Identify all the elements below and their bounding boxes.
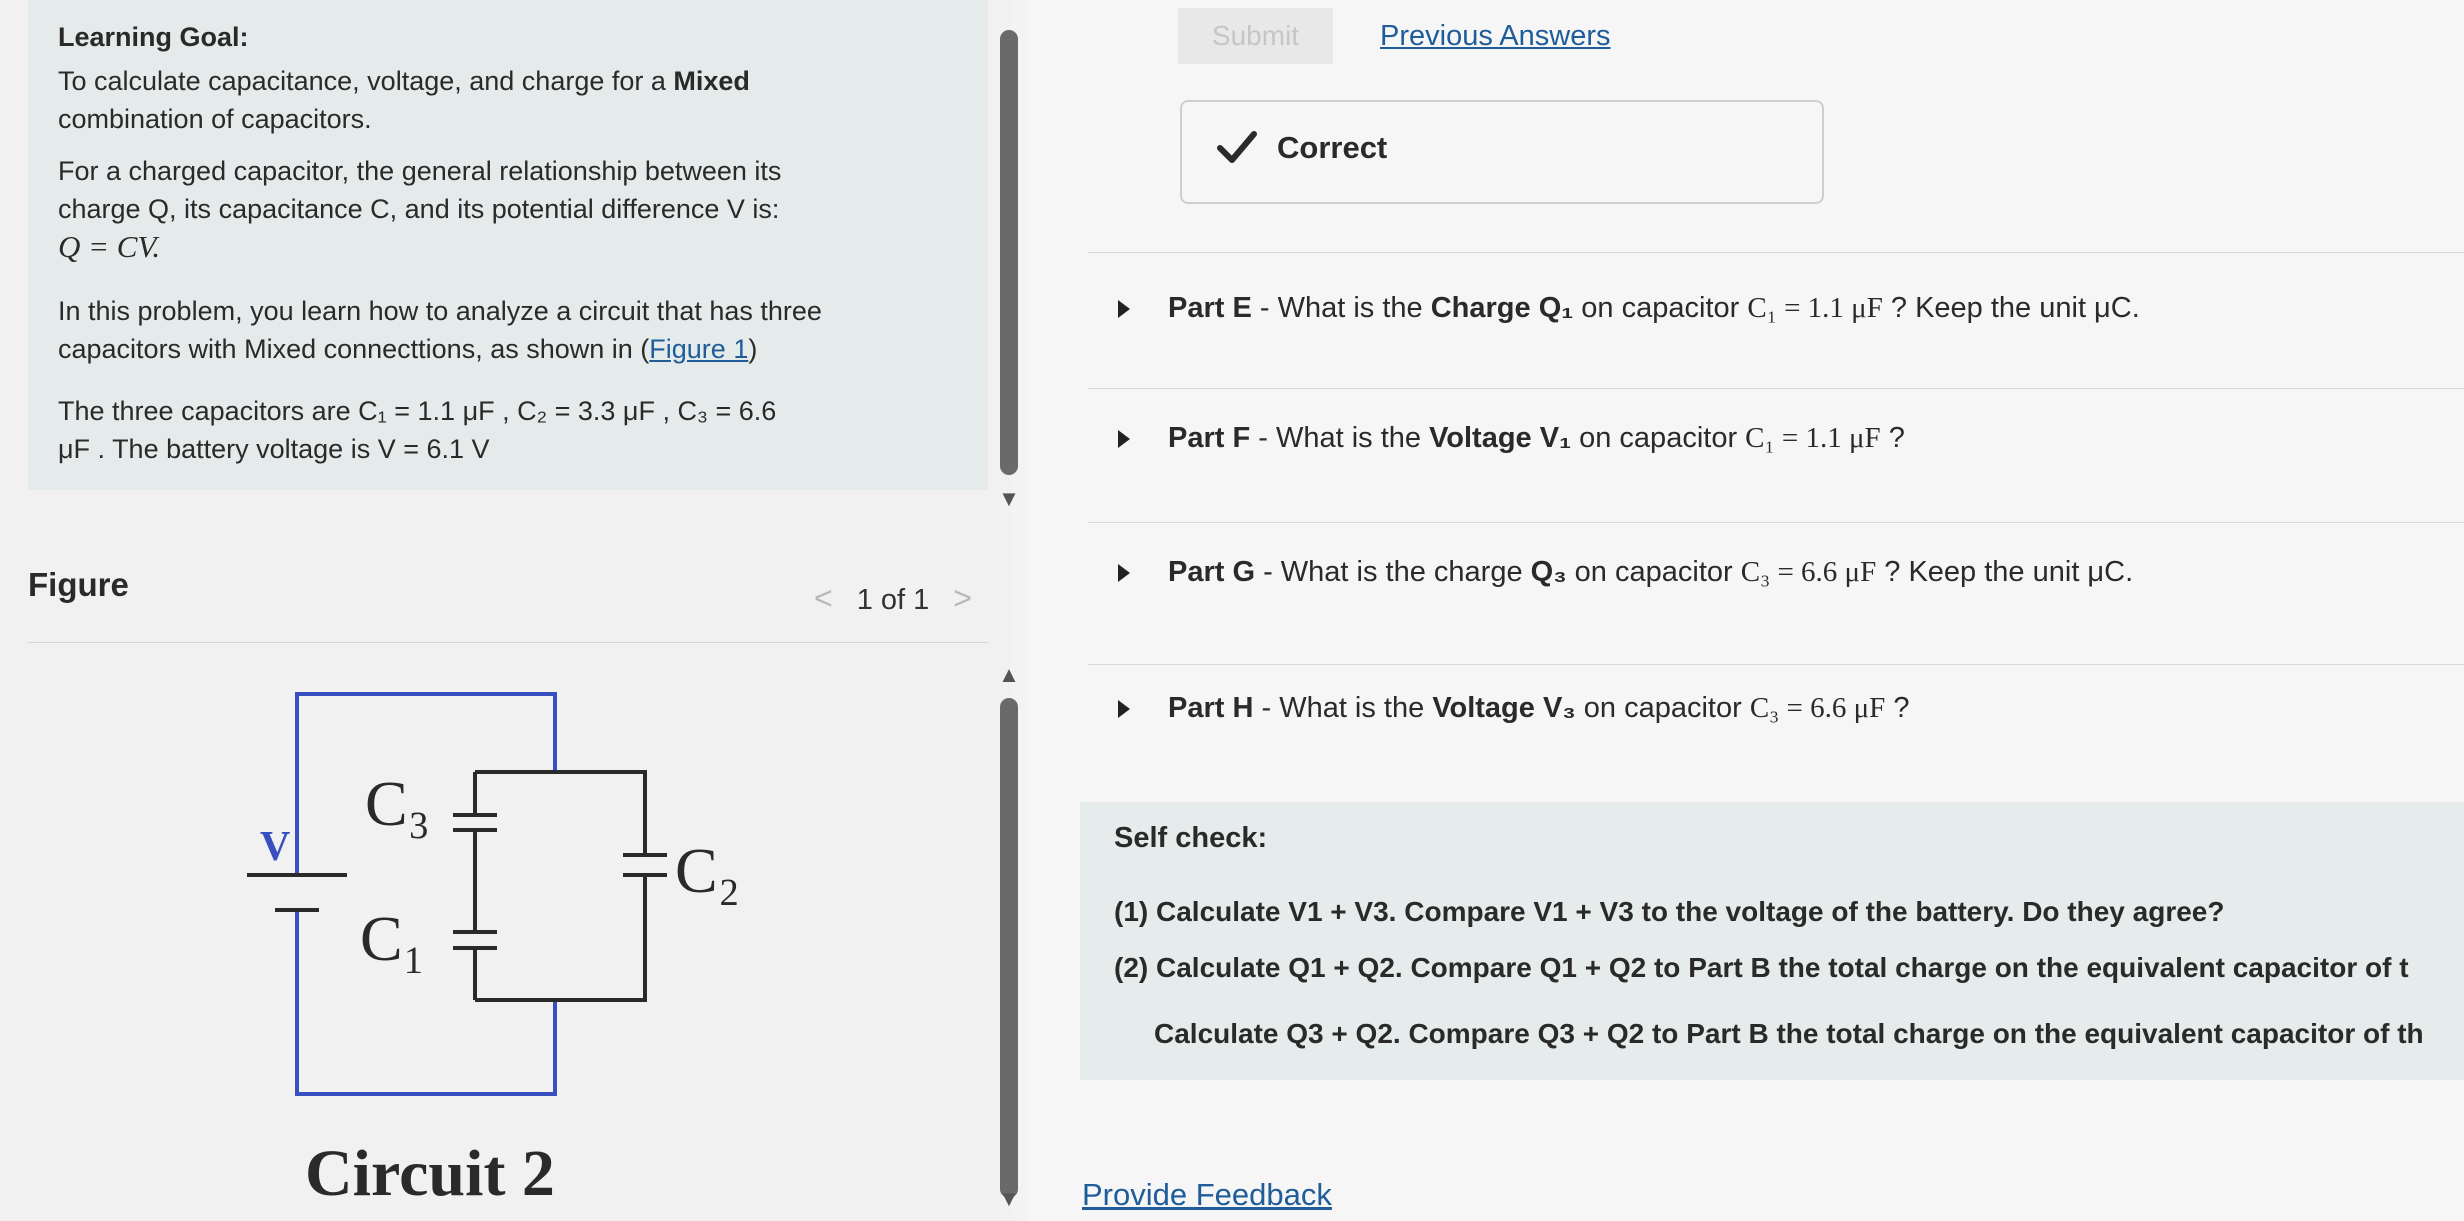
part-f-row[interactable]: Part F - What is the Voltage V₁ on capac… — [1118, 422, 2458, 455]
scroll-thumb-bottom[interactable] — [1000, 698, 1018, 1198]
provide-feedback-link[interactable]: Provide Feedback — [1082, 1177, 1332, 1213]
c2-label: C₂ — [675, 835, 740, 906]
part-e-row[interactable]: Part E - What is the Charge Q₁ on capaci… — [1118, 292, 2458, 325]
problem-pane: Learning Goal: To calculate capacitance,… — [0, 0, 1020, 1221]
self-check-item-3: Calculate Q3 + Q2. Compare Q3 + Q2 to Pa… — [1154, 1018, 2424, 1049]
self-check-item-2: (2) Calculate Q1 + Q2. Compare Q1 + Q2 t… — [1114, 952, 2409, 983]
divider — [1088, 388, 2464, 389]
correct-feedback-box: Correct — [1180, 100, 1824, 204]
capacitor-values-text: The three capacitors are C₁ = 1.1 μF , C… — [58, 396, 777, 464]
divider — [28, 642, 988, 643]
correct-label: Correct — [1277, 130, 1388, 165]
circuit-diagram: V C₃ C₁ C₂ Circuit 2 — [247, 692, 740, 1210]
part-g-row[interactable]: Part G - What is the charge Q₃ on capaci… — [1118, 556, 2458, 589]
answer-pane: Submit Previous Answers Correct Part E -… — [1028, 0, 2464, 1221]
self-check-box: Self check: (1) Calculate V1 + V3. Compa… — [1080, 802, 2464, 1080]
left-scrollbar[interactable]: ▼ ▲ ▼ — [998, 30, 1024, 1221]
learning-goal-box: Learning Goal: To calculate capacitance,… — [28, 0, 988, 490]
scroll-thumb-top[interactable] — [1000, 30, 1018, 475]
c1-label: C₁ — [360, 903, 425, 974]
self-check-title: Self check: — [1114, 822, 1268, 854]
next-figure-button[interactable]: > — [953, 580, 972, 616]
battery-label: V — [260, 824, 290, 870]
learning-goal-text: To calculate capacitance, voltage, and c… — [58, 66, 750, 134]
figure-pager: <1 of 1 > — [790, 580, 996, 617]
previous-answers-link[interactable]: Previous Answers — [1380, 20, 1611, 53]
divider — [1088, 522, 2464, 523]
submit-button[interactable]: Submit — [1178, 8, 1333, 64]
self-check-item-1: (1) Calculate V1 + V3. Compare V1 + V3 t… — [1114, 896, 2225, 927]
expand-triangle-icon — [1118, 430, 1130, 449]
expand-triangle-icon — [1118, 564, 1130, 583]
problem-text: In this problem, you learn how to analyz… — [58, 296, 822, 364]
scroll-down-arrow-icon[interactable]: ▼ — [998, 1186, 1020, 1212]
scroll-up-arrow-icon[interactable]: ▲ — [998, 662, 1020, 688]
checkmark-icon — [1217, 131, 1257, 163]
figure-title: Figure — [28, 566, 129, 603]
expand-triangle-icon — [1118, 300, 1130, 319]
part-h-row[interactable]: Part H - What is the Voltage V₃ on capac… — [1118, 692, 2458, 725]
figure-page-count: 1 of 1 — [856, 584, 930, 616]
circuit-caption: Circuit 2 — [305, 1137, 555, 1210]
expand-triangle-icon — [1118, 700, 1130, 719]
relationship-text: For a charged capacitor, the general rel… — [58, 156, 782, 264]
learning-goal-title: Learning Goal: — [58, 22, 249, 52]
divider — [1088, 664, 2464, 665]
c3-label: C₃ — [365, 768, 430, 839]
prev-figure-button[interactable]: < — [814, 580, 833, 616]
scroll-down-arrow-icon[interactable]: ▼ — [998, 486, 1020, 512]
divider — [1088, 252, 2464, 253]
figure-link[interactable]: Figure 1 — [649, 334, 748, 364]
